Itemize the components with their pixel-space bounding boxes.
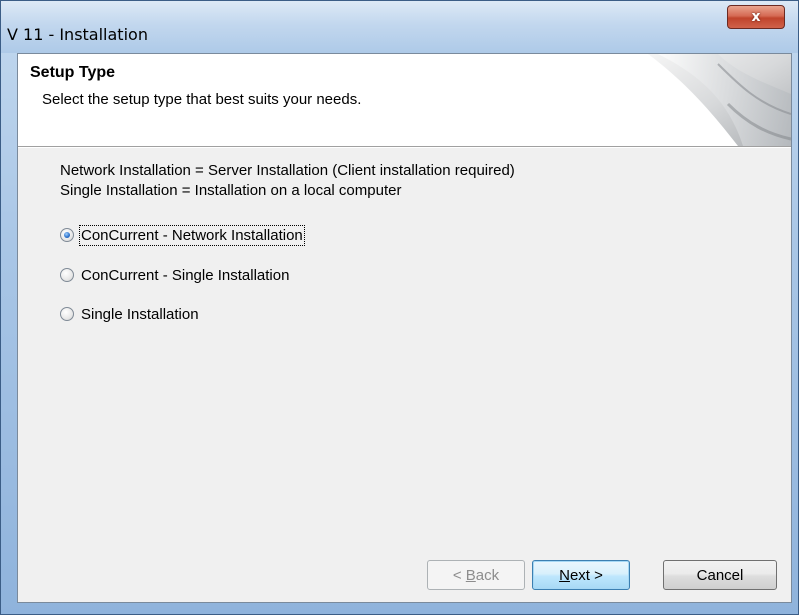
window-title: V 11 - Installation [7,25,148,44]
back-button[interactable]: < Back [427,560,525,590]
radio-label: Single Installation [81,305,199,323]
dialog-content: Setup Type Select the setup type that be… [17,53,792,603]
close-button[interactable]: x [727,5,785,29]
wizard-page-curl-icon [648,54,791,146]
back-button-rest: ack [475,566,500,584]
radio-unselected-icon[interactable] [60,307,74,321]
description-line-2: Single Installation = Installation on a … [60,182,402,199]
installer-window: V 11 - Installation x Setup Type Select … [0,0,799,615]
radio-label: ConCurrent - Single Installation [81,266,290,284]
wizard-header: Setup Type Select the setup type that be… [18,54,791,146]
cancel-button-label: Cancel [696,566,744,584]
radio-option-concurrent-single[interactable]: ConCurrent - Single Installation [60,265,289,285]
title-bar[interactable]: V 11 - Installation x [1,1,798,53]
next-button-mnemonic: N [559,566,570,584]
page-subtitle: Select the setup type that best suits yo… [42,91,362,108]
radio-unselected-icon[interactable] [60,268,74,282]
cancel-button[interactable]: Cancel [663,560,777,590]
close-icon: x [751,9,761,25]
radio-option-concurrent-network[interactable]: ConCurrent - Network Installation [60,224,305,246]
radio-label: ConCurrent - Network Installation [79,224,305,246]
next-button-rest: ext > [569,566,603,584]
radio-selected-icon[interactable] [60,228,74,242]
back-button-prefix: < [452,566,466,584]
page-title: Setup Type [30,64,116,81]
back-button-mnemonic: B [465,566,476,584]
description-line-1: Network Installation = Server Installati… [60,162,515,179]
next-button[interactable]: Next > [532,560,630,590]
radio-option-single[interactable]: Single Installation [60,304,199,324]
header-divider [18,146,791,148]
